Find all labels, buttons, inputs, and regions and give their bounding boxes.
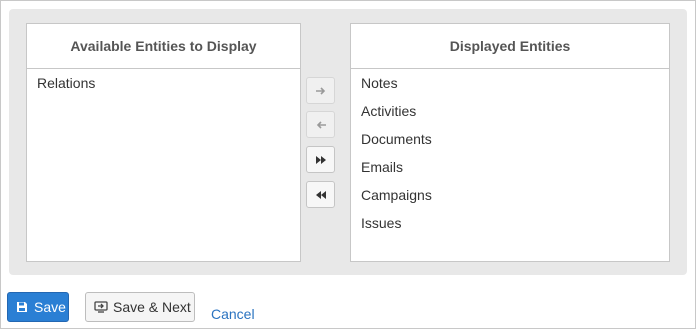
save-button-label: Save [34, 299, 66, 315]
arrow-right-icon [315, 86, 325, 95]
available-entities-list[interactable]: Available Entities to Display Relations [26, 23, 301, 262]
arrow-left-icon [316, 120, 326, 129]
form-footer: Save Save & Next Cancel [1, 291, 696, 327]
move-left-button[interactable] [306, 111, 335, 138]
available-entities-header: Available Entities to Display [27, 24, 300, 69]
list-item[interactable]: Activities [351, 101, 669, 129]
move-right-button[interactable] [306, 77, 335, 104]
save-next-icon [94, 301, 108, 313]
double-chevron-left-icon [315, 190, 326, 199]
move-all-right-button[interactable] [306, 146, 335, 173]
cancel-link[interactable]: Cancel [211, 306, 255, 322]
floppy-disk-icon [17, 302, 27, 312]
save-button[interactable]: Save [7, 292, 69, 322]
list-item[interactable]: Relations [27, 73, 300, 101]
entity-selector-dialog: Available Entities to Display Relations [0, 0, 696, 329]
list-item[interactable]: Documents [351, 129, 669, 157]
entity-panel: Available Entities to Display Relations [9, 9, 687, 275]
save-and-next-label: Save & Next [113, 299, 191, 315]
list-item[interactable]: Campaigns [351, 185, 669, 213]
list-item[interactable]: Notes [351, 73, 669, 101]
list-item[interactable]: Issues [351, 213, 669, 241]
move-all-left-button[interactable] [306, 181, 335, 208]
double-chevron-right-icon [315, 155, 326, 164]
list-item[interactable]: Emails [351, 157, 669, 185]
save-and-next-button[interactable]: Save & Next [85, 292, 195, 322]
displayed-entities-header: Displayed Entities [351, 24, 669, 69]
displayed-entities-list[interactable]: Displayed Entities Notes Activities Docu… [350, 23, 670, 262]
